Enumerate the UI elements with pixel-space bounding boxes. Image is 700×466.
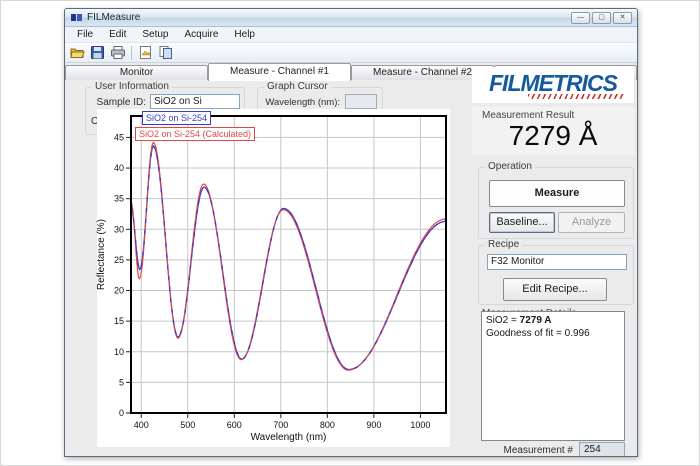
- save-icon[interactable]: [89, 44, 106, 61]
- cursor-wavelength-label: Wavelength (nm):: [258, 97, 340, 108]
- copy-icon[interactable]: [157, 44, 174, 61]
- svg-text:500: 500: [180, 420, 195, 430]
- sample-id-field[interactable]: SiO2 on Si: [150, 94, 240, 109]
- cursor-wavelength-value: [345, 94, 377, 109]
- menu-setup[interactable]: Setup: [134, 27, 176, 42]
- svg-text:0: 0: [119, 408, 124, 418]
- recipe-combobox[interactable]: F32 Monitor: [487, 254, 627, 270]
- reflectance-chart[interactable]: 400 500 600 700 800 900 1000 0 5 10 15 20 25 30 35 40 45…: [97, 109, 450, 447]
- screenshot-canvas: FILMeasure — ▢ ✕ File Edit Setup Acquire…: [0, 0, 700, 466]
- svg-text:400: 400: [134, 420, 149, 430]
- x-axis-title: Wavelength (nm): [131, 432, 446, 443]
- legend-calculated: SiO2 on Si-254 (Calculated): [135, 127, 255, 141]
- sample-id-label: Sample ID:: [86, 97, 146, 108]
- svg-text:5: 5: [119, 377, 124, 387]
- svg-text:25: 25: [114, 255, 124, 265]
- recipe-title: Recipe: [485, 239, 522, 250]
- operation-group: Operation Measure Baseline... Analyze: [478, 167, 634, 239]
- tab-measure-channel-1[interactable]: Measure - Channel #1: [208, 63, 351, 81]
- title-bar[interactable]: FILMeasure — ▢ ✕: [65, 9, 637, 27]
- details-thickness-value: 7279 A: [520, 315, 552, 326]
- measurement-number-label: Measurement #: [465, 445, 573, 456]
- filmeasure-window: FILMeasure — ▢ ✕ File Edit Setup Acquire…: [64, 8, 638, 457]
- menu-help[interactable]: Help: [226, 27, 263, 42]
- measurement-details-box: SiO2 = 7279 A Goodness of fit = 0.996: [481, 311, 625, 441]
- edit-recipe-button[interactable]: Edit Recipe...: [503, 278, 607, 301]
- svg-text:35: 35: [114, 194, 124, 204]
- open-file-icon[interactable]: [69, 44, 86, 61]
- menu-edit[interactable]: Edit: [101, 27, 134, 42]
- measurement-result-value: 7279 Å: [472, 120, 634, 152]
- recipe-group: Recipe F32 Monitor Edit Recipe...: [478, 245, 634, 305]
- tab-monitor[interactable]: Monitor: [65, 65, 208, 80]
- svg-text:10: 10: [114, 347, 124, 357]
- operation-title: Operation: [485, 161, 535, 172]
- svg-text:15: 15: [114, 316, 124, 326]
- legend-measured: SiO2 on Si-254: [142, 111, 211, 125]
- y-axis-title: Reflectance (%): [96, 219, 107, 290]
- close-icon[interactable]: ✕: [613, 12, 632, 24]
- measure-button[interactable]: Measure: [489, 180, 625, 207]
- analyze-button[interactable]: Analyze: [558, 212, 625, 233]
- svg-text:1000: 1000: [410, 420, 430, 430]
- svg-text:600: 600: [227, 420, 242, 430]
- svg-text:700: 700: [273, 420, 288, 430]
- menu-file[interactable]: File: [69, 27, 101, 42]
- svg-text:40: 40: [114, 163, 124, 173]
- graph-cursor-title: Graph Cursor: [264, 81, 331, 92]
- details-line-thickness: SiO2 = 7279 A: [486, 314, 620, 327]
- svg-text:900: 900: [366, 420, 381, 430]
- filmetrics-logo-text: FILMETRICS: [472, 70, 634, 97]
- toolbar: [65, 43, 637, 63]
- user-information-title: User Information: [92, 81, 172, 92]
- snapshot-icon[interactable]: [137, 44, 154, 61]
- window-title: FILMeasure: [87, 12, 140, 23]
- print-icon[interactable]: [109, 44, 126, 61]
- chart-plot[interactable]: 400 500 600 700 800 900 1000 0 5 10 15 20 25 30 35 40 45: [97, 109, 450, 447]
- svg-text:30: 30: [114, 224, 124, 234]
- menu-bar: File Edit Setup Acquire Help: [65, 27, 637, 43]
- svg-text:45: 45: [114, 132, 124, 142]
- measurement-number-value: 254: [579, 442, 625, 457]
- minimize-icon[interactable]: —: [571, 12, 590, 24]
- svg-text:20: 20: [114, 286, 124, 296]
- filmetrics-logo-hatch: [528, 94, 624, 99]
- maximize-icon[interactable]: ▢: [592, 12, 611, 24]
- menu-acquire[interactable]: Acquire: [177, 27, 227, 42]
- toolbar-separator: [131, 46, 132, 60]
- filmetrics-logo: FILMETRICS: [472, 67, 634, 103]
- svg-text:800: 800: [320, 420, 335, 430]
- app-icon: [71, 12, 82, 23]
- details-line-gof: Goodness of fit = 0.996: [486, 327, 620, 340]
- baseline-button[interactable]: Baseline...: [489, 212, 555, 233]
